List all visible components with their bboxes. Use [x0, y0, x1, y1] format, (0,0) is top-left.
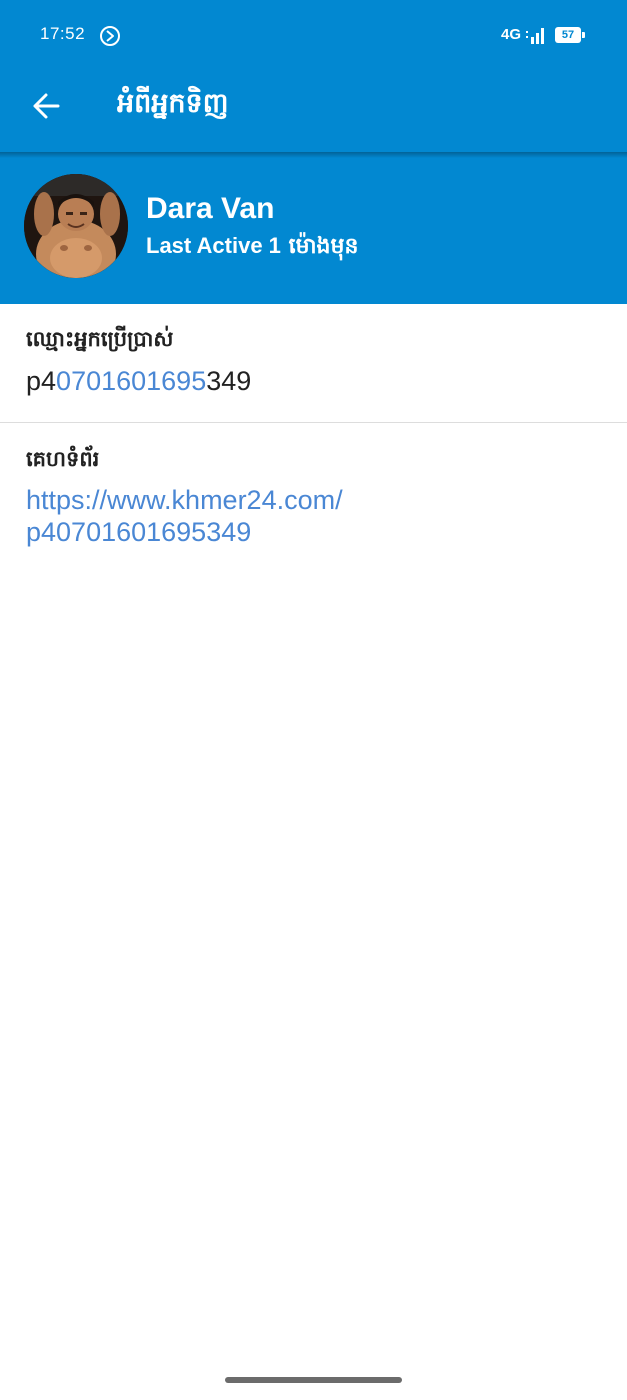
- arrow-left-icon: [33, 93, 60, 119]
- last-active-status: Last Active 1 ម៉ោងមុន: [146, 232, 358, 264]
- page-title: អំពីអ្នកទិញ: [117, 88, 229, 119]
- avatar-image: [24, 174, 128, 278]
- status-time: 17:52: [40, 24, 86, 43]
- username-value: p40701601695349: [26, 366, 251, 397]
- website-url-line2: p40701601695349: [26, 517, 252, 547]
- network-type: 4G: [501, 26, 522, 43]
- username-prefix: p4: [26, 366, 57, 396]
- last-active-prefix: Last Active 1: [146, 233, 281, 258]
- username-suffix: 349: [206, 366, 252, 396]
- website-link[interactable]: https://www.khmer24.com/ p40701601695349: [26, 484, 426, 548]
- app-bar: អំពីអ្នកទិញ: [0, 70, 627, 152]
- section-divider: [0, 422, 627, 423]
- sync-icon: [100, 26, 120, 46]
- home-indicator[interactable]: [225, 1377, 402, 1383]
- avatar[interactable]: [24, 174, 128, 278]
- back-button[interactable]: [20, 80, 72, 132]
- signal-icon: [526, 28, 544, 44]
- profile-name: Dara Van: [146, 192, 275, 225]
- website-label: គេហទំព័រ: [26, 447, 100, 471]
- battery-icon: 57: [555, 27, 581, 43]
- last-active-suffix: ម៉ោងមុន: [288, 234, 359, 259]
- battery-tip: [582, 32, 585, 38]
- phone-number-link[interactable]: 0701601695: [56, 366, 206, 396]
- website-url-line1: https://www.khmer24.com/: [26, 485, 343, 515]
- username-label: ឈ្មោះអ្នកប្រើប្រាស់: [26, 327, 174, 351]
- app-bar-shadow: [0, 152, 627, 158]
- status-bar: 17:52 4G 57: [0, 0, 627, 70]
- profile-header: Dara Van Last Active 1 ម៉ោងមុន: [0, 152, 627, 304]
